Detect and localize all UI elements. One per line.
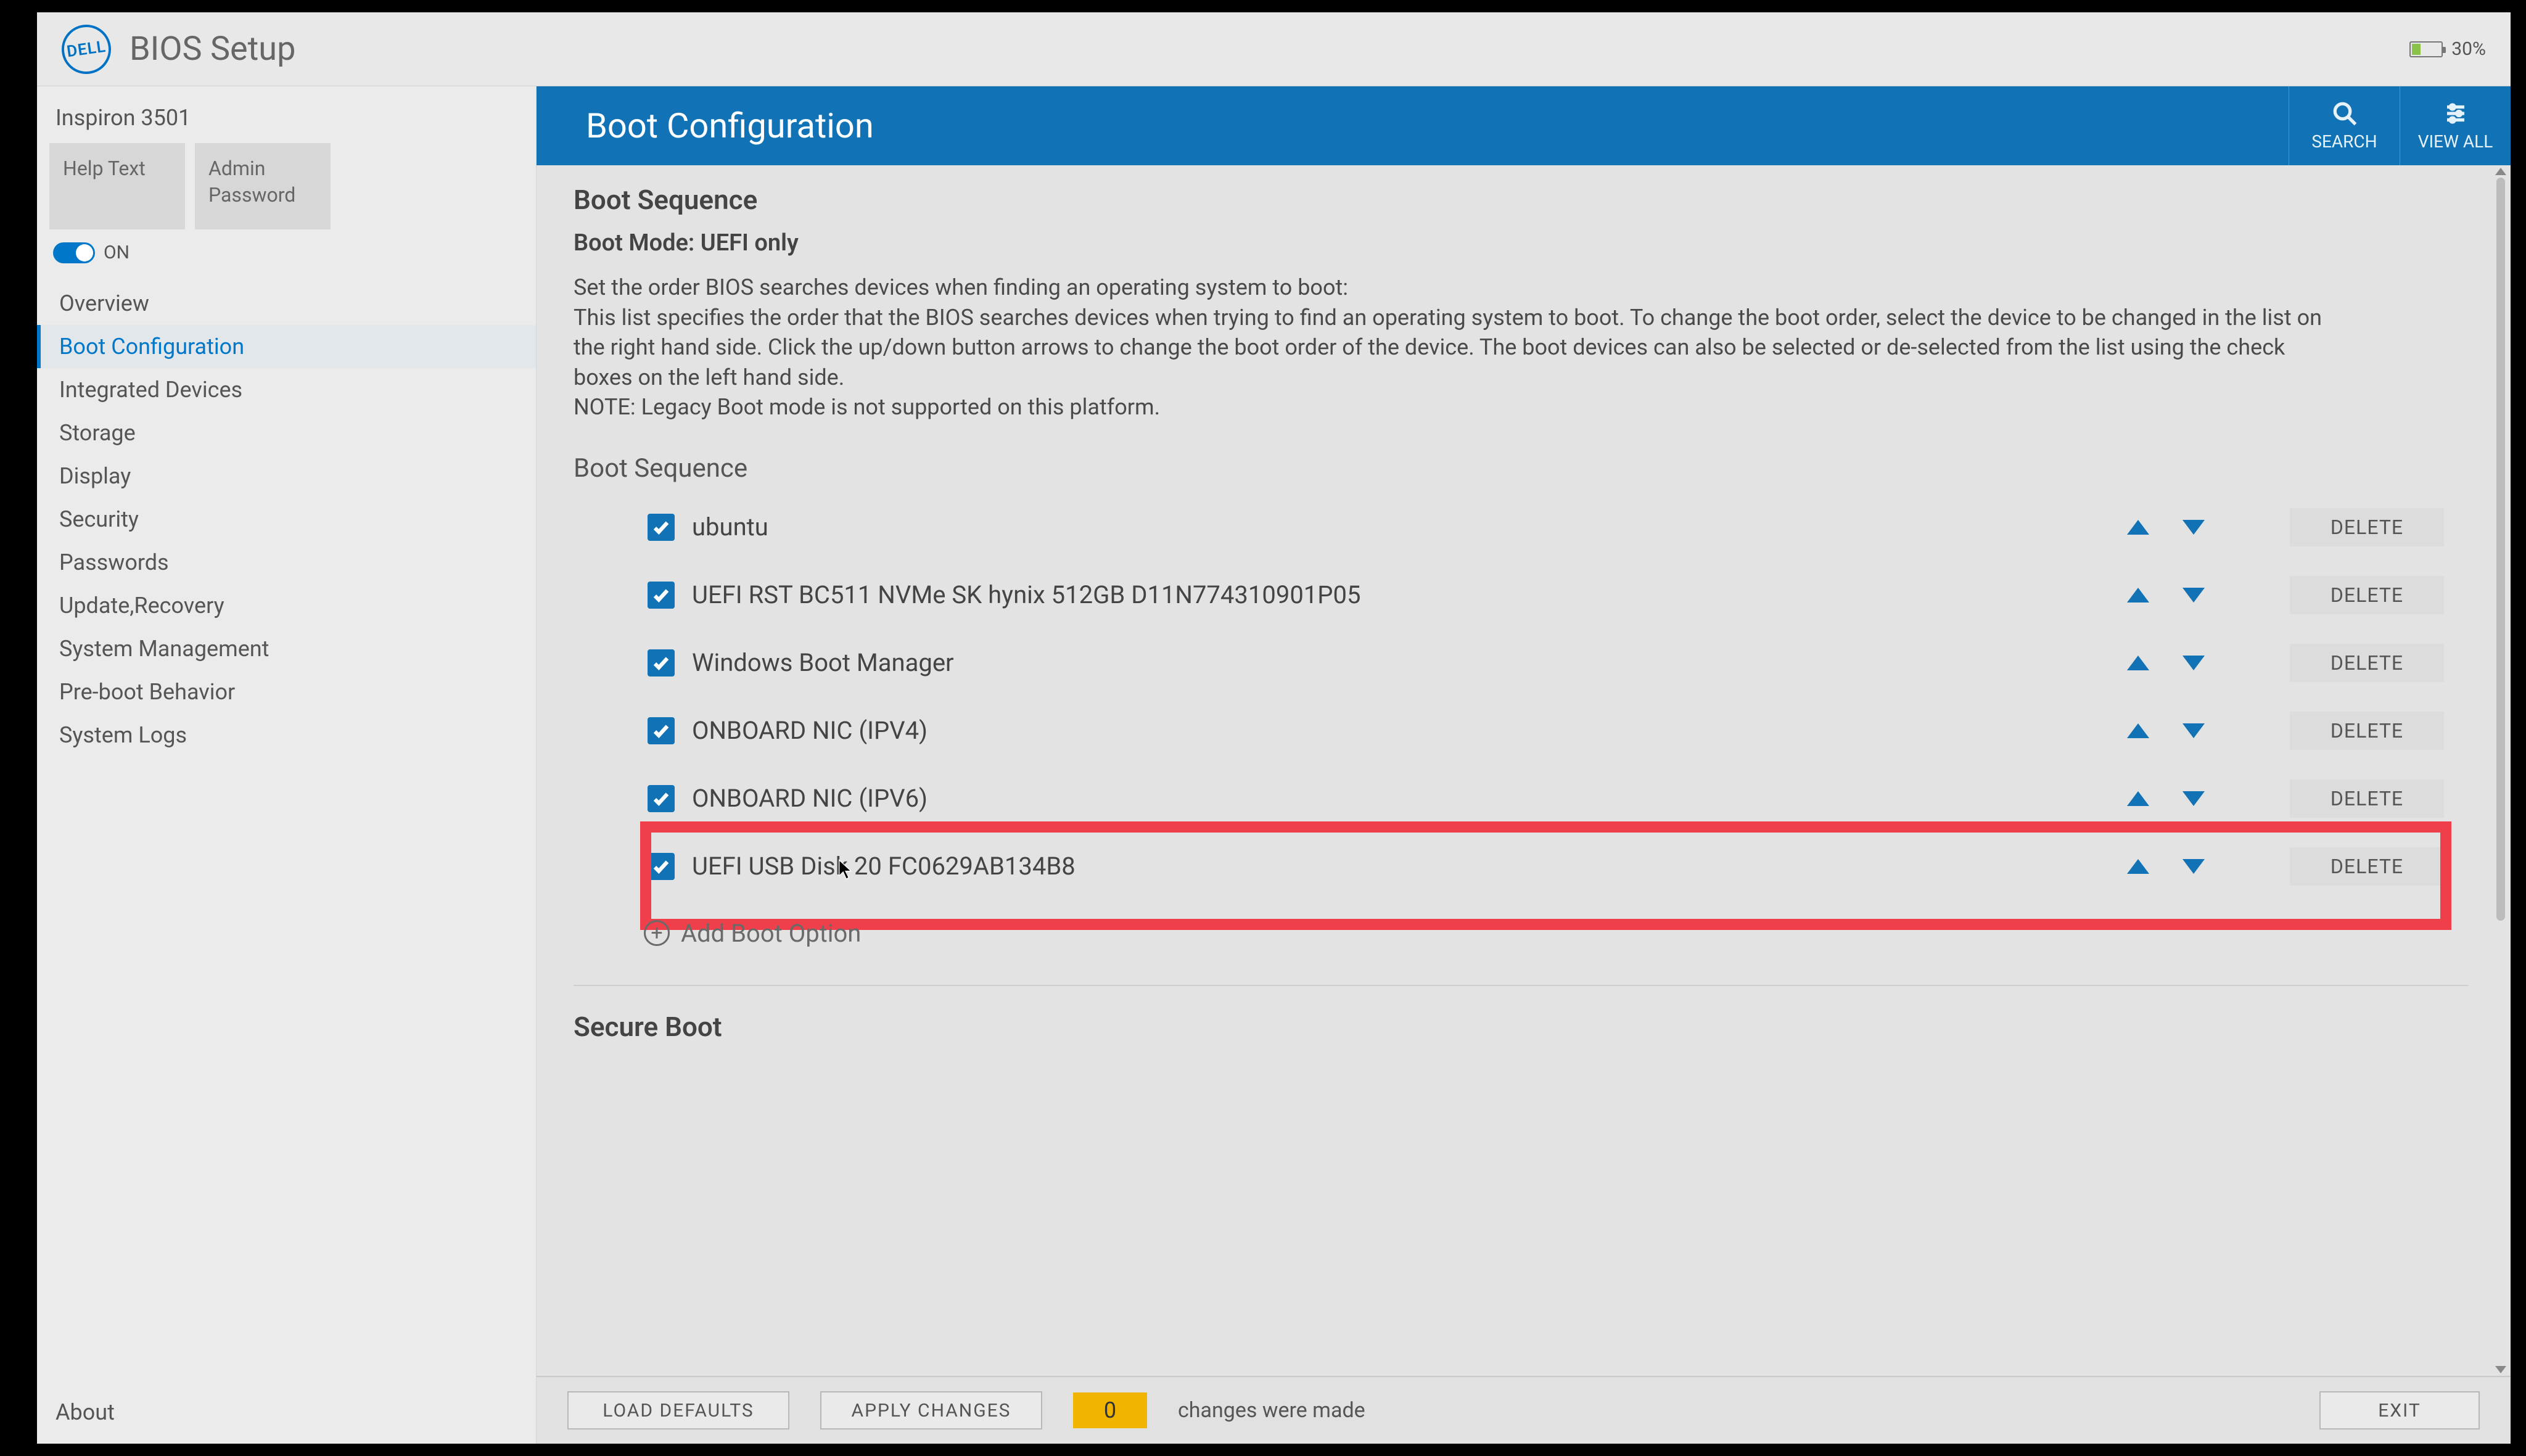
scroll-down-icon[interactable] [2495,1366,2506,1373]
boot-checkbox[interactable] [648,785,675,812]
delete-button[interactable]: DELETE [2290,644,2444,682]
boot-list: ubuntu DELETE UEFI RST BC511 NVMe SK hynix… [574,508,2469,886]
move-down-button[interactable] [2182,859,2205,874]
page-title: Boot Configuration [537,105,2289,146]
nav-item-system-logs[interactable]: System Logs [37,714,536,757]
move-up-button[interactable] [2127,791,2149,806]
nav-item-system-management[interactable]: System Management [37,627,536,670]
delete-button[interactable]: DELETE [2290,847,2444,886]
model-label: Inspiron 3501 [37,86,536,143]
main-panel: Boot Configuration SEARCH VIEW ALL Boot … [537,86,2511,1444]
boot-label: ONBOARD NIC (IPV4) [692,716,2110,745]
boot-mode-label: Boot Mode: UEFI only [574,229,2469,257]
move-down-button[interactable] [2182,520,2205,535]
boot-label: ubuntu [692,512,2110,541]
view-all-label: VIEW ALL [2418,131,2493,152]
move-up-button[interactable] [2127,859,2149,874]
boot-sequence-subheading: Boot Sequence [574,453,2469,483]
scroll-up-icon[interactable] [2495,168,2506,175]
bios-title: BIOS Setup [130,30,295,68]
change-count-badge: 0 [1073,1392,1147,1428]
nav-item-display[interactable]: Display [37,454,536,498]
view-all-button[interactable]: VIEW ALL [2400,86,2511,165]
move-up-button[interactable] [2127,588,2149,603]
titlebar: Boot Configuration SEARCH VIEW ALL [537,86,2511,165]
move-down-button[interactable] [2182,723,2205,738]
about-link[interactable]: About [37,1381,536,1444]
delete-button[interactable]: DELETE [2290,576,2444,614]
boot-label: Windows Boot Manager [692,648,2110,677]
delete-button[interactable]: DELETE [2290,712,2444,750]
load-defaults-button[interactable]: LOAD DEFAULTS [567,1391,789,1429]
boot-checkbox[interactable] [648,582,675,609]
bios-screen: DELL BIOS Setup 30% Inspiron 3501 Help T… [37,12,2511,1444]
nav-item-overview[interactable]: Overview [37,282,536,325]
battery-icon [2409,41,2443,57]
plus-circle-icon: + [644,920,670,946]
secure-boot-heading: Secure Boot [574,1011,2469,1043]
search-icon [2332,101,2358,126]
search-button[interactable]: SEARCH [2289,86,2400,165]
footer: LOAD DEFAULTS APPLY CHANGES 0 changes we… [537,1376,2511,1444]
boot-row[interactable]: ONBOARD NIC (IPV6) DELETE [648,779,2444,818]
battery-status: 30% [2409,38,2486,60]
exit-button[interactable]: EXIT [2319,1391,2480,1429]
move-down-button[interactable] [2182,588,2205,603]
move-up-button[interactable] [2127,520,2149,535]
nav-list: OverviewBoot ConfigurationIntegrated Dev… [37,282,536,1381]
move-up-button[interactable] [2127,723,2149,738]
move-down-button[interactable] [2182,656,2205,670]
nav-item-passwords[interactable]: Passwords [37,541,536,584]
dell-logo-icon: DELL [59,21,114,76]
scroll-thumb[interactable] [2496,178,2505,921]
help-text-button[interactable]: Help Text [49,143,185,229]
boot-checkbox[interactable] [648,649,675,677]
battery-percent: 30% [2451,38,2486,60]
move-up-button[interactable] [2127,656,2149,670]
divider [574,985,2469,986]
nav-item-storage[interactable]: Storage [37,411,536,454]
move-down-button[interactable] [2182,791,2205,806]
nav-item-integrated-devices[interactable]: Integrated Devices [37,368,536,411]
scrollbar[interactable] [2495,171,2507,1370]
boot-checkbox[interactable] [648,853,675,880]
toggle-label: ON [104,242,130,263]
boot-label: ONBOARD NIC (IPV6) [692,784,2110,813]
delete-button[interactable]: DELETE [2290,779,2444,818]
change-text: changes were made [1178,1398,1365,1423]
boot-row[interactable]: Windows Boot Manager DELETE [648,644,2444,682]
admin-password-button[interactable]: Admin Password [195,143,331,229]
add-boot-option-button[interactable]: + Add Boot Option [574,919,2469,948]
apply-changes-button[interactable]: APPLY CHANGES [820,1391,1042,1429]
boot-row[interactable]: ubuntu DELETE [648,508,2444,546]
content-scroll[interactable]: Boot Sequence Boot Mode: UEFI only Set t… [537,165,2493,1376]
add-boot-option-label: Add Boot Option [681,919,861,948]
nav-item-boot-configuration[interactable]: Boot Configuration [37,325,536,368]
boot-label: UEFI USB Disk 20 FC0629AB134B8 [692,852,2110,881]
nav-item-update-recovery[interactable]: Update,Recovery [37,584,536,627]
boot-row[interactable]: UEFI RST BC511 NVMe SK hynix 512GB D11N7… [648,576,2444,614]
section-heading: Boot Sequence [574,184,2469,216]
boot-sequence-description: Set the order BIOS searches devices when… [574,273,2343,422]
cursor-icon [837,858,854,887]
boot-row[interactable]: ONBOARD NIC (IPV4) DELETE [648,712,2444,750]
search-label: SEARCH [2311,131,2377,152]
nav-item-security[interactable]: Security [37,498,536,541]
sliders-icon [2443,101,2469,126]
top-bar: DELL BIOS Setup 30% [37,12,2511,86]
boot-checkbox[interactable] [648,514,675,541]
delete-button[interactable]: DELETE [2290,508,2444,546]
sidebar: Inspiron 3501 Help Text Admin Password O… [37,86,537,1444]
boot-row[interactable]: UEFI USB Disk 20 FC0629AB134B8 DELETE [648,829,2444,923]
boot-checkbox[interactable] [648,717,675,744]
nav-item-pre-boot-behavior[interactable]: Pre-boot Behavior [37,670,536,714]
help-text-toggle[interactable] [53,242,95,263]
boot-label: UEFI RST BC511 NVMe SK hynix 512GB D11N7… [692,580,2110,609]
